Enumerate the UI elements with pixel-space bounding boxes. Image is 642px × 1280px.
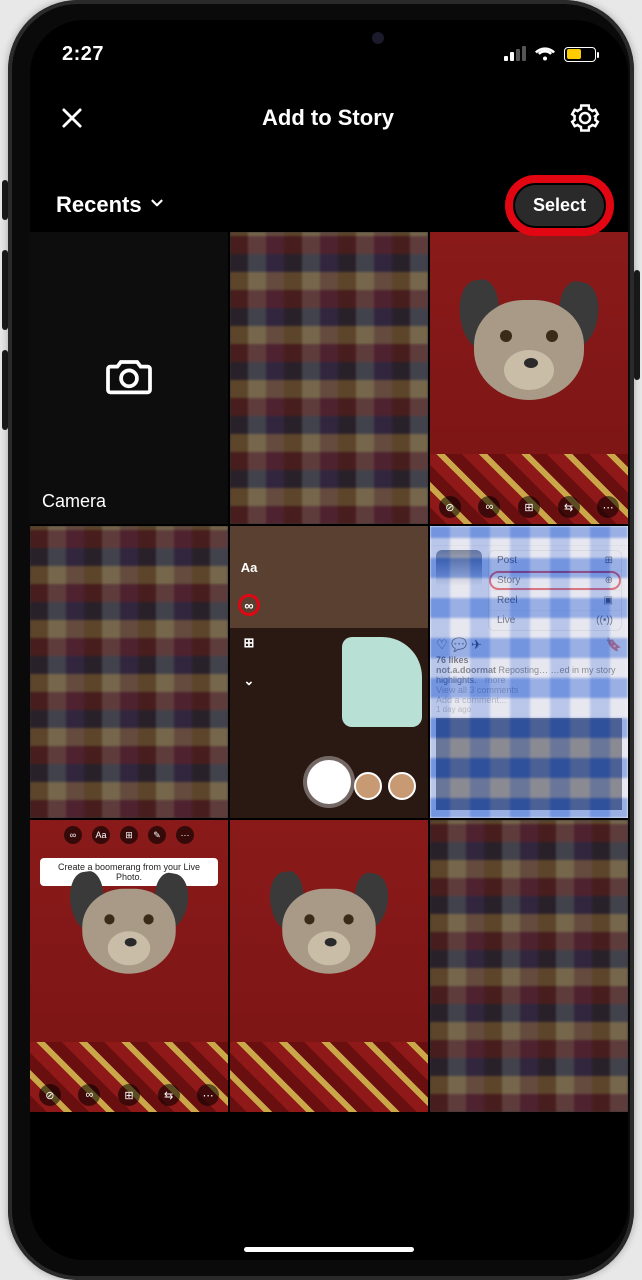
text-tool-icon: Aa	[92, 826, 110, 844]
photo-thumbnail[interactable]	[430, 820, 628, 1112]
more-icon: ⋯	[176, 826, 194, 844]
photo-thumbnail[interactable]: Post⊞ Story⊕ Reel▣ Live((•)) ♡ 💬 ✈ 🔖 76 …	[430, 526, 628, 818]
thumbnail-icon-row: ⊘ ∞ ⊞ ⇆ ⋯	[430, 496, 628, 518]
dog-illustration	[265, 871, 393, 999]
filter-faces	[354, 772, 416, 800]
photo-grid: Camera ⊘ ∞ ⊞ ⇆ ⋯	[30, 232, 628, 1260]
photo-thumbnail[interactable]: ∞ Aa ⊞ ✎ ⋯ Create a boomerang from your …	[30, 820, 228, 1112]
more-icon: ⋯	[597, 496, 619, 518]
layout-icon: ⊞	[118, 1084, 140, 1106]
album-label: Recents	[56, 192, 142, 218]
page-title: Add to Story	[262, 105, 394, 131]
chevron-down-icon	[148, 192, 166, 218]
camera-tile[interactable]: Camera	[30, 232, 228, 524]
select-button-label: Select	[533, 195, 586, 215]
photo-thumbnail[interactable]	[30, 526, 228, 818]
boomerang-icon: ∞	[64, 826, 82, 844]
camera-label: Camera	[42, 491, 106, 512]
close-button[interactable]	[58, 104, 86, 132]
roll-shape	[342, 637, 422, 727]
wifi-icon	[534, 46, 556, 62]
pixelated-region	[436, 718, 622, 810]
photo-thumbnail[interactable]	[230, 820, 428, 1112]
boomerang-icon: ∞	[238, 594, 260, 616]
thumbnail-icon-row: ⊘ ∞ ⊞ ⇆ ⋯	[30, 1084, 228, 1106]
layout-icon: ⊞	[518, 496, 540, 518]
camera-icon	[101, 348, 157, 409]
album-picker[interactable]: Recents	[56, 192, 166, 218]
chevron-down-icon: ⌄	[238, 670, 260, 692]
swap-icon: ⇆	[158, 1084, 180, 1106]
battery-icon	[564, 47, 596, 62]
photo-thumbnail[interactable]: ⊘ ∞ ⊞ ⇆ ⋯	[430, 232, 628, 524]
cellular-signal-icon	[504, 47, 526, 61]
phone-notch	[204, 20, 454, 56]
draw-icon: ✎	[148, 826, 166, 844]
no-icon: ⊘	[39, 1084, 61, 1106]
photo-thumbnail[interactable]: Aa ∞ ⊞ ⌄	[230, 526, 428, 818]
text-tool-icon: Aa	[238, 556, 260, 578]
header: Add to Story	[30, 86, 628, 150]
more-icon: ⋯	[197, 1084, 219, 1106]
status-right	[504, 46, 596, 62]
no-icon: ⊘	[439, 496, 461, 518]
settings-button[interactable]	[570, 103, 600, 133]
dog-illustration	[65, 871, 193, 999]
home-indicator[interactable]	[244, 1247, 414, 1252]
screen: 2:27 Add to Story	[30, 20, 628, 1260]
phone-frame: 2:27 Add to Story	[8, 0, 634, 1280]
swap-icon: ⇆	[558, 496, 580, 518]
select-button[interactable]: Select	[515, 185, 604, 226]
boomerang-icon: ∞	[478, 496, 500, 518]
photo-thumbnail[interactable]	[230, 232, 428, 524]
dog-illustration	[454, 280, 604, 430]
phone-side-button	[634, 270, 640, 380]
layout-icon: ⊞	[238, 632, 260, 654]
story-top-tools: ∞ Aa ⊞ ✎ ⋯	[64, 826, 194, 844]
boomerang-icon: ∞	[78, 1084, 100, 1106]
album-row: Recents Select	[30, 178, 628, 232]
select-button-wrap: Select	[515, 185, 604, 226]
layout-icon: ⊞	[120, 826, 138, 844]
story-side-tools: Aa ∞ ⊞ ⌄	[238, 556, 260, 692]
status-time: 2:27	[62, 43, 104, 66]
shutter-button-icon	[307, 760, 351, 804]
